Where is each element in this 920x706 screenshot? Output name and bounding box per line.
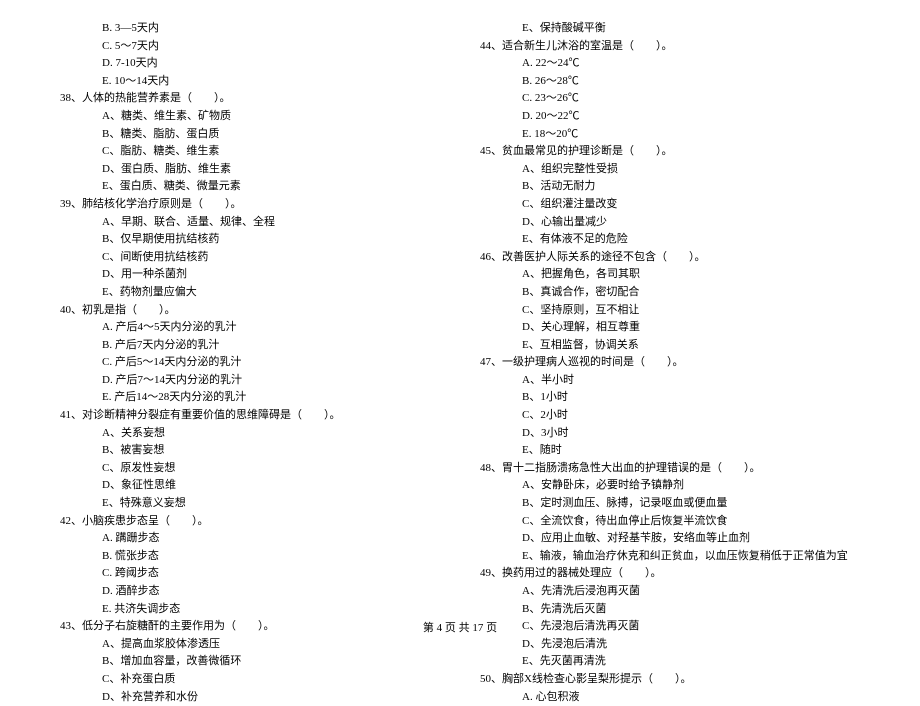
option-line: E、有体液不足的危险 [480,231,860,249]
option-line: E、保持酸碱平衡 [480,20,860,38]
option-line: E、随时 [480,442,860,460]
option-line: B、糖类、脂肪、蛋白质 [60,126,440,144]
option-line: E、蛋白质、糖类、微量元素 [60,178,440,196]
option-line: E. 共济失调步态 [60,601,440,619]
option-line: A、把握角色，各司其职 [480,266,860,284]
right-column: E、保持酸碱平衡44、适合新生儿沐浴的室温是（ ）。A. 22～24℃B. 26… [480,20,860,706]
question-line: 38、人体的热能营养素是（ ）。 [60,90,440,108]
option-line: D. 酒醉步态 [60,583,440,601]
option-line: D. 产后7～14天内分泌的乳汁 [60,372,440,390]
option-line: D、补充营养和水份 [60,689,440,706]
option-line: C、全流饮食，待出血停止后恢复半流饮食 [480,513,860,531]
option-line: A、早期、联合、适量、规律、全程 [60,214,440,232]
option-line: A、安静卧床，必要时给予镇静剂 [480,477,860,495]
option-line: C. 5～7天内 [60,38,440,56]
option-line: C、坚持原则，互不相让 [480,302,860,320]
option-line: E. 18～20℃ [480,126,860,144]
option-line: E、药物剂量应偏大 [60,284,440,302]
option-line: A、半小时 [480,372,860,390]
option-line: A、关系妄想 [60,425,440,443]
question-line: 42、小脑疾患步态呈（ ）。 [60,513,440,531]
option-line: C、2小时 [480,407,860,425]
option-line: E. 产后14～28天内分泌的乳汁 [60,389,440,407]
option-line: A. 心包积液 [480,689,860,706]
left-column: B. 3―5天内C. 5～7天内D. 7‐10天内E. 10～14天内38、人体… [60,20,440,706]
option-line: C、原发性妄想 [60,460,440,478]
option-line: A、提高血浆胶体渗透压 [60,636,440,654]
option-line: D、应用止血敏、对羟基苄胺，安络血等止血剂 [480,530,860,548]
question-line: 46、改善医护人际关系的途径不包含（ ）。 [480,249,860,267]
option-line: D、心输出量减少 [480,214,860,232]
question-line: 41、对诊断精神分裂症有重要价值的思维障碍是（ ）。 [60,407,440,425]
option-line: B. 产后7天内分泌的乳汁 [60,337,440,355]
option-line: D、象征性思维 [60,477,440,495]
question-line: 47、一级护理病人巡视的时间是（ ）。 [480,354,860,372]
option-line: A、糖类、维生素、矿物质 [60,108,440,126]
option-line: A、组织完整性受损 [480,161,860,179]
option-line: B. 3―5天内 [60,20,440,38]
option-line: A. 22～24℃ [480,55,860,73]
option-line: D、3小时 [480,425,860,443]
option-line: C、间断使用抗结核药 [60,249,440,267]
option-line: B、仅早期使用抗结核药 [60,231,440,249]
option-line: C、组织灌注量改变 [480,196,860,214]
option-line: A. 产后4～5天内分泌的乳汁 [60,319,440,337]
option-line: E、互相监督，协调关系 [480,337,860,355]
option-line: D. 20～22℃ [480,108,860,126]
option-line: B、先清洗后灭菌 [480,601,860,619]
option-line: B. 慌张步态 [60,548,440,566]
option-line: D、先浸泡后清洗 [480,636,860,654]
option-line: B、增加血容量，改善微循环 [60,653,440,671]
option-line: A. 蹒跚步态 [60,530,440,548]
option-line: B、定时测血压、脉搏，记录呕血或便血量 [480,495,860,513]
option-line: D、蛋白质、脂肪、维生素 [60,161,440,179]
option-line: C. 跨阈步态 [60,565,440,583]
option-line: B. 26～28℃ [480,73,860,91]
option-line: B、1小时 [480,389,860,407]
option-line: B、被害妄想 [60,442,440,460]
option-line: E. 10～14天内 [60,73,440,91]
page-footer: 第 4 页 共 17 页 [0,620,920,638]
option-line: E、先灭菌再清洗 [480,653,860,671]
question-line: 44、适合新生儿沐浴的室温是（ ）。 [480,38,860,56]
option-line: D、用一种杀菌剂 [60,266,440,284]
option-line: D. 7‐10天内 [60,55,440,73]
question-line: 40、初乳是指（ ）。 [60,302,440,320]
option-line: C. 23～26℃ [480,90,860,108]
option-line: E、输液，输血治疗休克和纠正贫血，以血压恢复稍低于正常值为宜 [480,548,860,566]
option-line: B、真诚合作，密切配合 [480,284,860,302]
question-line: 50、胸部X线检查心影呈梨形提示（ ）。 [480,671,860,689]
option-line: B、活动无耐力 [480,178,860,196]
option-line: C、脂肪、糖类、维生素 [60,143,440,161]
option-line: C、补充蛋白质 [60,671,440,689]
content-columns: B. 3―5天内C. 5～7天内D. 7‐10天内E. 10～14天内38、人体… [60,20,860,706]
question-line: 48、胃十二指肠溃疡急性大出血的护理错误的是（ ）。 [480,460,860,478]
question-line: 49、换药用过的器械处理应（ ）。 [480,565,860,583]
option-line: C. 产后5～14天内分泌的乳汁 [60,354,440,372]
option-line: A、先清洗后浸泡再灭菌 [480,583,860,601]
question-line: 39、肺结核化学治疗原则是（ ）。 [60,196,440,214]
option-line: E、特殊意义妄想 [60,495,440,513]
question-line: 45、贫血最常见的护理诊断是（ ）。 [480,143,860,161]
option-line: D、关心理解，相互尊重 [480,319,860,337]
